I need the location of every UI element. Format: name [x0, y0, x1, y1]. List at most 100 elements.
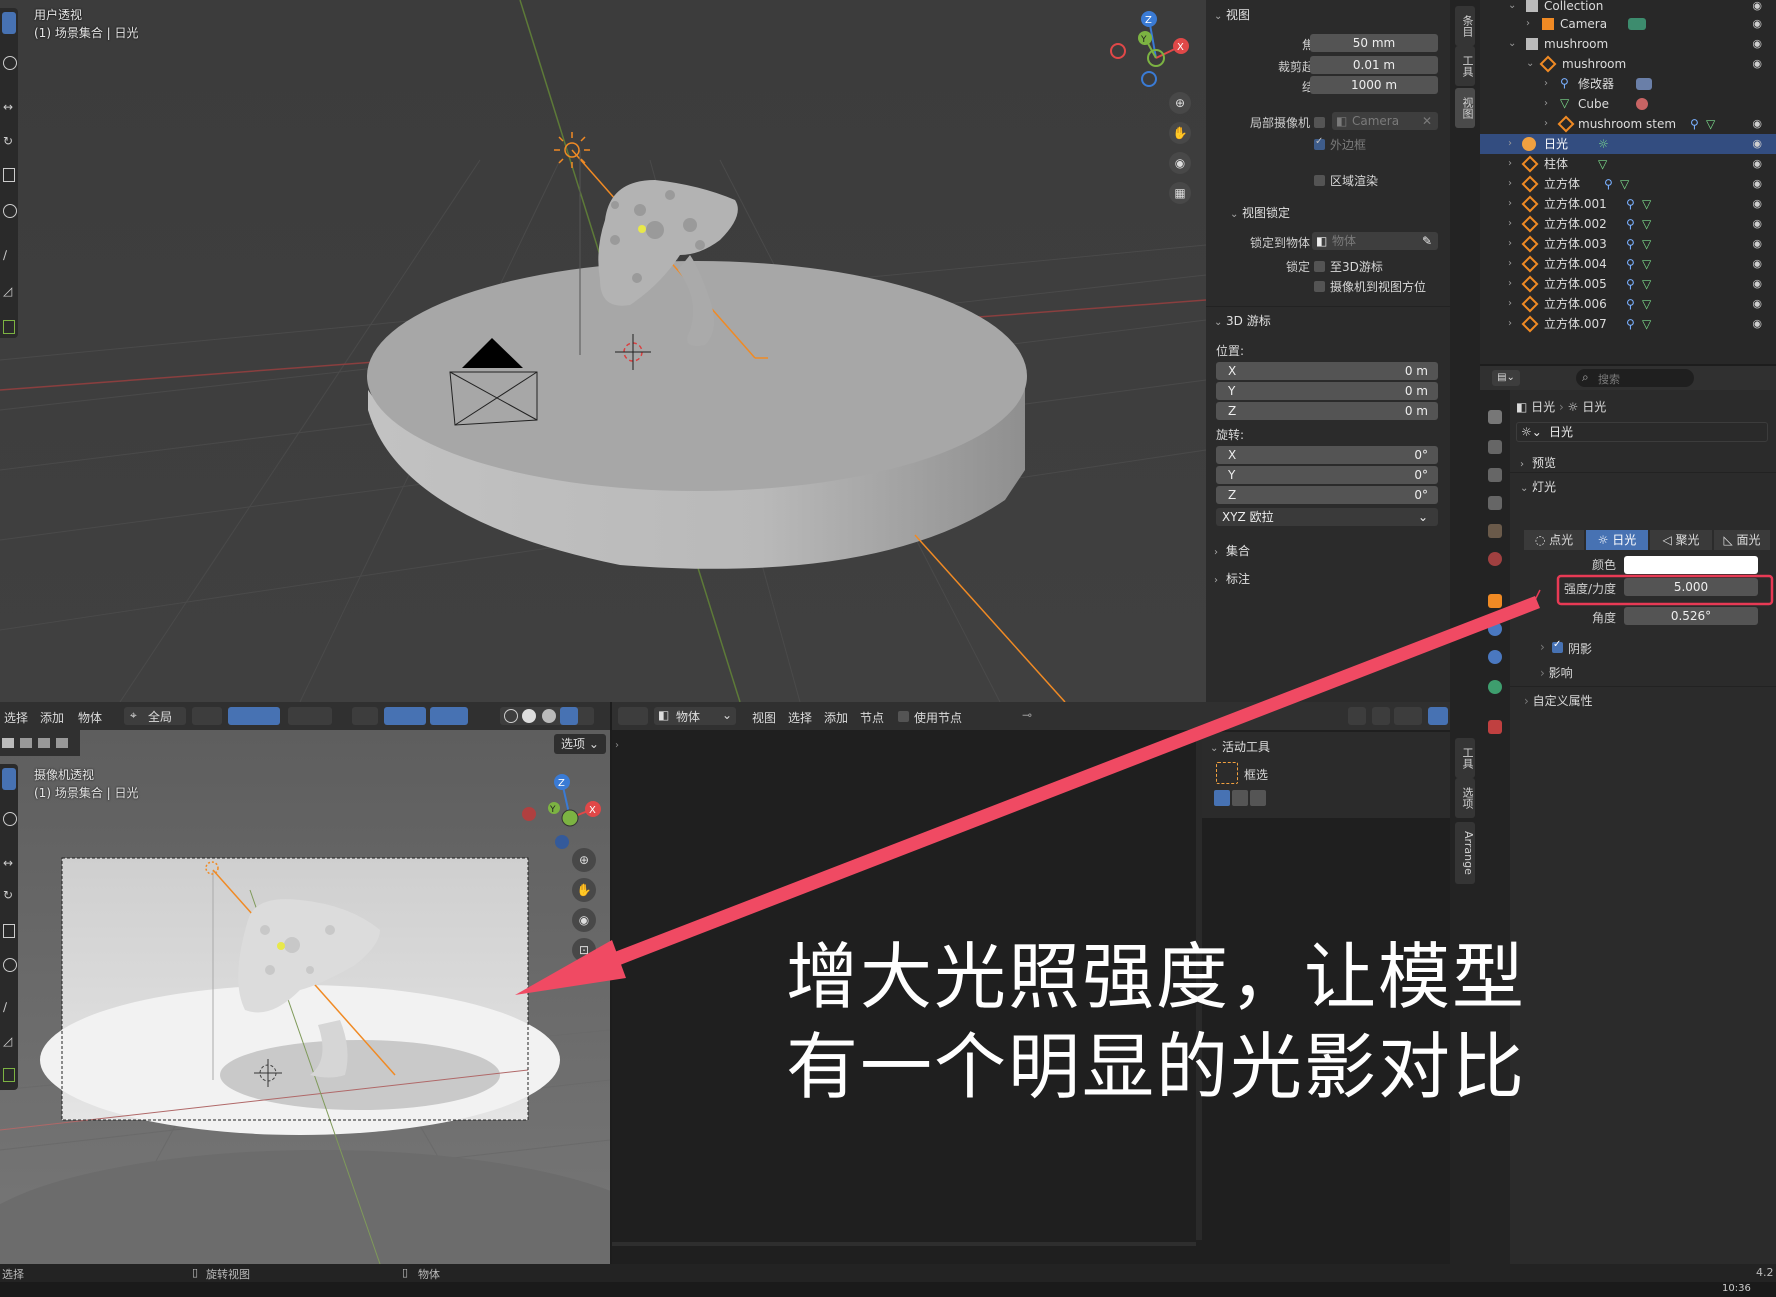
snap-toggle-icon[interactable] [228, 707, 280, 725]
light-type-spot[interactable]: ◁ 聚光 [1650, 530, 1712, 550]
overlay-toggle-icon[interactable] [430, 707, 468, 725]
ortho-grid-icon[interactable]: ▦ [1169, 182, 1191, 204]
zoom-icon[interactable]: ⊕ [572, 848, 596, 872]
outliner-row-cube-002[interactable]: › 立方体.002 ⚲ ▽ ◉ [1480, 214, 1776, 234]
camera-to-view-checkbox[interactable] [1314, 281, 1325, 292]
physics-tab-icon[interactable] [1488, 622, 1502, 636]
clear-x-icon[interactable]: ✕ [1422, 112, 1432, 130]
eye-icon[interactable]: ◉ [1752, 194, 1762, 214]
overlay-toggle-icon[interactable] [1428, 707, 1448, 725]
snap-mode-icon[interactable] [1394, 707, 1422, 725]
select-subtract-icon[interactable] [1250, 790, 1266, 806]
select-extend-icon[interactable] [1232, 790, 1248, 806]
pan-hand-icon[interactable]: ✋ [572, 878, 596, 902]
menu-view[interactable]: 视图 [752, 709, 776, 726]
pan-hand-icon[interactable]: ✋ [1169, 122, 1191, 144]
box-select-icon[interactable] [1216, 762, 1238, 784]
collection-section-header[interactable]: › 集合 [1214, 542, 1250, 559]
shader-node-editor[interactable]: › ⌄ 活动工具 框选 [612, 730, 1450, 1264]
add-cube-tool-icon[interactable] [3, 320, 15, 334]
tab-tool-bottom[interactable]: 工具 [1455, 738, 1475, 778]
eye-icon[interactable]: ◉ [1752, 54, 1762, 74]
location-y-field[interactable]: Y0 m [1216, 382, 1438, 400]
cursor-tool-icon[interactable] [3, 812, 17, 826]
menu-object[interactable]: 物体 [78, 709, 102, 726]
outliner-row-cylinder[interactable]: › 柱体 ▽ ◉ [1480, 154, 1776, 174]
light-type-point[interactable]: ◌ 点光 [1524, 530, 1584, 550]
eyedropper-icon[interactable]: ✎ [1422, 232, 1432, 250]
clip-start-field[interactable]: 0.01 m [1310, 56, 1438, 74]
light-datablock-field[interactable]: ☼⌄ 日光 [1516, 422, 1768, 442]
select-extend-icon[interactable] [20, 738, 32, 748]
shading-modes[interactable] [500, 707, 594, 725]
color-swatch[interactable] [1624, 556, 1758, 574]
menu-select[interactable]: 选择 [4, 709, 28, 726]
menu-add[interactable]: 添加 [824, 709, 848, 726]
angle-field[interactable]: 0.526° [1624, 607, 1758, 625]
tool-tab-icon[interactable] [1488, 410, 1502, 424]
outliner-row-camera[interactable]: › Camera ◉ [1480, 14, 1776, 34]
select-mode-bar[interactable] [0, 730, 80, 756]
rotation-mode-select[interactable]: XYZ 欧拉 ⌄ [1216, 508, 1438, 526]
location-x-field[interactable]: X0 m [1216, 362, 1438, 380]
solid-shading-icon[interactable] [522, 709, 536, 723]
select-subtract-icon[interactable] [38, 738, 50, 748]
scale-tool-icon[interactable] [3, 168, 15, 182]
clip-end-field[interactable]: 1000 m [1310, 76, 1438, 94]
shadow-subpanel-header[interactable]: › [1540, 640, 1545, 654]
add-cube-tool-icon[interactable] [3, 1068, 15, 1082]
select-box-tool-icon[interactable] [2, 768, 16, 790]
material-shading-icon[interactable] [542, 709, 556, 723]
rotation-y-field[interactable]: Y 0° [1216, 466, 1438, 484]
scrollbar[interactable] [612, 1242, 1196, 1246]
outliner-row-sun[interactable]: › 日光 ☼ ◉ [1480, 134, 1776, 154]
outliner-row-cube[interactable]: › 立方体 ⚲ ▽ ◉ [1480, 174, 1776, 194]
menu-select[interactable]: 选择 [788, 709, 812, 726]
light-section-header[interactable]: ⌄ 灯光 [1520, 478, 1556, 495]
eye-icon[interactable]: ◉ [1752, 174, 1762, 194]
rotate-tool-icon[interactable]: ↻ [3, 888, 13, 902]
light-type-sun[interactable]: ☼ 日光 [1586, 530, 1648, 550]
options-dropdown[interactable]: 选项 ⌄ [554, 734, 606, 754]
light-type-area[interactable]: ◺ 面光 [1714, 530, 1770, 550]
region-render-checkbox[interactable] [1314, 175, 1325, 186]
local-camera-checkbox[interactable] [1314, 117, 1325, 128]
move-tool-icon[interactable]: ↔ [3, 100, 13, 114]
outliner-row-mushroom-collection[interactable]: ⌄ mushroom ◉ [1480, 34, 1776, 54]
outliner-row-cube-006[interactable]: › 立方体.006 ⚲ ▽ ◉ [1480, 294, 1776, 314]
pivot-icon[interactable] [192, 707, 222, 725]
constraints-tab-icon[interactable] [1488, 650, 1502, 664]
annotation-section-header[interactable]: › 标注 [1214, 570, 1250, 587]
output-tab-icon[interactable] [1488, 468, 1502, 482]
camera-view-icon[interactable]: ◉ [572, 908, 596, 932]
editor-type-icon[interactable] [618, 707, 648, 725]
outliner-row-modifiers[interactable]: › ⚲ 修改器 [1480, 74, 1776, 94]
editor-type-icon[interactable]: ▤⌄ [1492, 370, 1520, 386]
eye-icon[interactable]: ◉ [1752, 134, 1762, 154]
node-editor-toolbar-toggle[interactable]: › [612, 730, 628, 1264]
eye-icon[interactable]: ◉ [1752, 234, 1762, 254]
eye-icon[interactable]: ◉ [1752, 254, 1762, 274]
active-tool-header[interactable]: ⌄ 活动工具 [1210, 738, 1270, 755]
tab-view[interactable]: 视图 [1455, 88, 1475, 128]
select-intersect-icon[interactable] [56, 738, 68, 748]
outliner-row-mushroom-object[interactable]: ⌄ mushroom ◉ [1480, 54, 1776, 74]
eye-icon[interactable]: ◉ [1752, 34, 1762, 54]
gizmo-toggle-icon[interactable] [384, 707, 426, 725]
outliner-row-cube-001[interactable]: › 立方体.001 ⚲ ▽ ◉ [1480, 194, 1776, 214]
transform-orientation-select[interactable]: ⌖ 全局 [124, 707, 186, 725]
lock-camera-icon[interactable]: ⊡ [572, 938, 596, 962]
snap-icon[interactable] [1372, 707, 1390, 725]
tab-options[interactable]: 选项 [1455, 778, 1475, 818]
camera-view-icon[interactable]: ◉ [1169, 152, 1191, 174]
outliner-row-cube-007[interactable]: › 立方体.007 ⚲ ▽ ◉ [1480, 314, 1776, 334]
cursor-tool-icon[interactable] [3, 56, 17, 70]
use-nodes-checkbox[interactable] [898, 711, 909, 722]
measure-tool-icon[interactable]: ◿ [3, 1034, 12, 1048]
viewport-3d-camera[interactable]: Z X Y 选项 ⌄ 摄像机透视 (1) 场景集合 | 日光 ↔ ↻ ∕ ◿ ⊕… [0, 730, 610, 1264]
scale-tool-icon[interactable] [3, 924, 15, 938]
eye-icon[interactable]: ◉ [1752, 114, 1762, 134]
lock-to-object-field[interactable]: ◧ 物体 ✎ [1312, 232, 1438, 250]
view-section-header[interactable]: ⌄ 视图 [1214, 6, 1250, 23]
parent-node-icon[interactable] [1348, 707, 1366, 725]
